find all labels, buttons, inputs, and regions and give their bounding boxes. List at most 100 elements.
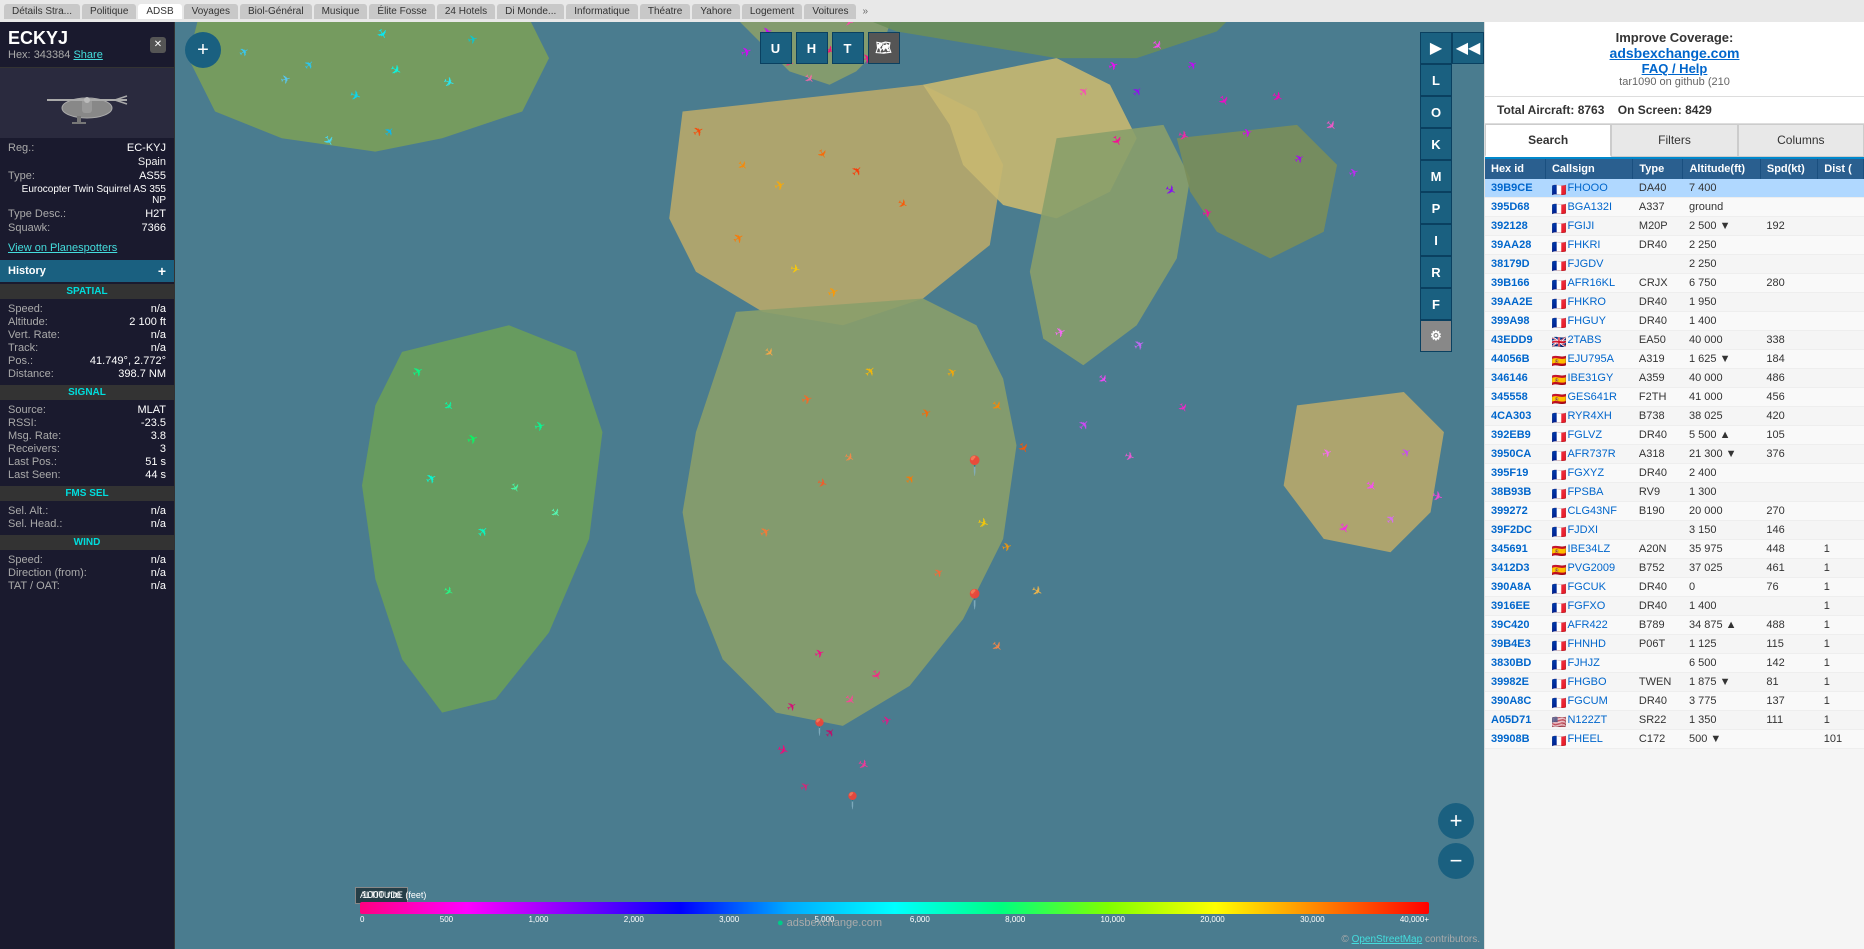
callsign-cell[interactable]: AFR737R	[1567, 448, 1615, 460]
table-row[interactable]: 392EB9 🇫🇷FGLVZ DR40 5 500 ▲ 105	[1485, 426, 1864, 445]
nav-right-arrow[interactable]: ▶	[1420, 32, 1452, 64]
callsign-cell[interactable]: FGLVZ	[1567, 429, 1602, 441]
tab-theatre[interactable]: Théatre	[640, 4, 690, 19]
hex-id-cell[interactable]: 4CA303	[1491, 410, 1531, 422]
aircraft-table[interactable]: Hex id Callsign Type Altitude(ft) Spd(kt…	[1485, 159, 1864, 949]
hex-id-cell[interactable]: 39F2DC	[1491, 524, 1532, 536]
table-row[interactable]: 3916EE 🇫🇷FGFXO DR40 1 400 1	[1485, 597, 1864, 616]
callsign-cell[interactable]: FJHJZ	[1567, 657, 1599, 669]
table-row[interactable]: 38B93B 🇫🇷FPSBA RV9 1 300	[1485, 483, 1864, 502]
th-altitude[interactable]: Altitude(ft)	[1683, 159, 1760, 179]
table-row[interactable]: 3412D3 🇪🇸PVG2009 B752 37 025 461 1	[1485, 559, 1864, 578]
hex-id-cell[interactable]: 392128	[1491, 220, 1528, 232]
close-button[interactable]: ✕	[150, 37, 166, 53]
hex-id-cell[interactable]: 345691	[1491, 543, 1528, 555]
table-row[interactable]: 39F2DC 🇫🇷FJDXI 3 150 146	[1485, 521, 1864, 540]
callsign-cell[interactable]: FHGUY	[1567, 315, 1606, 327]
tab-biol[interactable]: Biol-Général	[240, 4, 312, 19]
hex-id-cell[interactable]: 399272	[1491, 505, 1528, 517]
callsign-cell[interactable]: FHNHD	[1567, 638, 1606, 650]
tab-politique[interactable]: Politique	[82, 4, 136, 19]
add-button[interactable]: +	[185, 32, 221, 68]
callsign-cell[interactable]: CLG43NF	[1567, 505, 1617, 517]
nav-i[interactable]: I	[1420, 224, 1452, 256]
hex-id-cell[interactable]: 346146	[1491, 372, 1528, 384]
hex-id-cell[interactable]: 390A8C	[1491, 695, 1531, 707]
nav-r[interactable]: R	[1420, 256, 1452, 288]
nav-k[interactable]: K	[1420, 128, 1452, 160]
table-row[interactable]: 39982E 🇫🇷FHGBO TWEN 1 875 ▼ 81 1	[1485, 673, 1864, 692]
hex-id-cell[interactable]: 3916EE	[1491, 600, 1530, 612]
callsign-cell[interactable]: AFR16KL	[1567, 277, 1615, 289]
hex-id-cell[interactable]: 39AA2E	[1491, 296, 1533, 308]
callsign-cell[interactable]: FGCUM	[1567, 695, 1607, 707]
nav-p[interactable]: P	[1420, 192, 1452, 224]
hex-id-cell[interactable]: 39B4E3	[1491, 638, 1531, 650]
tab-logement[interactable]: Logement	[742, 4, 802, 19]
table-row[interactable]: 43EDD9 🇬🇧2TABS EA50 40 000 338	[1485, 331, 1864, 350]
hex-id-cell[interactable]: 392EB9	[1491, 429, 1531, 441]
zoom-out-button[interactable]: −	[1438, 843, 1474, 879]
table-row[interactable]: 39B4E3 🇫🇷FHNHD P06T 1 125 115 1	[1485, 635, 1864, 654]
faq-link[interactable]: FAQ / Help	[1497, 61, 1852, 76]
callsign-cell[interactable]: FGIJI	[1567, 220, 1594, 232]
hex-id-cell[interactable]: 345558	[1491, 391, 1528, 403]
table-row[interactable]: 399272 🇫🇷CLG43NF B190 20 000 270	[1485, 502, 1864, 521]
history-plus-button[interactable]: +	[158, 263, 166, 279]
hex-id-cell[interactable]: 395F19	[1491, 467, 1528, 479]
table-row[interactable]: 39AA2E 🇫🇷FHKRO DR40 1 950	[1485, 293, 1864, 312]
table-row[interactable]: A05D71 🇺🇸N122ZT SR22 1 350 111 1	[1485, 711, 1864, 730]
hex-id-cell[interactable]: 39908B	[1491, 733, 1530, 745]
table-row[interactable]: 3830BD 🇫🇷FJHJZ 6 500 142 1	[1485, 654, 1864, 673]
th-spd[interactable]: Spd(kt)	[1760, 159, 1817, 179]
table-row[interactable]: 395D68 🇫🇷BGA132I A337 ground	[1485, 198, 1864, 217]
planespotters-link[interactable]: View on Planespotters	[0, 240, 174, 256]
nav-l[interactable]: L	[1420, 64, 1452, 96]
hex-id-cell[interactable]: 390A8A	[1491, 581, 1531, 593]
hex-id-cell[interactable]: 39982E	[1491, 676, 1529, 688]
table-row[interactable]: 390A8C 🇫🇷FGCUM DR40 3 775 137 1	[1485, 692, 1864, 711]
table-row[interactable]: 39AA28 🇫🇷FHKRI DR40 2 250	[1485, 236, 1864, 255]
table-row[interactable]: 390A8A 🇫🇷FGCUK DR40 0 76 1	[1485, 578, 1864, 597]
table-row[interactable]: 39908B 🇫🇷FHEEL C172 500 ▼ 101	[1485, 730, 1864, 749]
hex-id-cell[interactable]: 3950CA	[1491, 448, 1531, 460]
table-row[interactable]: 345691 🇪🇸IBE34LZ A20N 35 975 448 1	[1485, 540, 1864, 559]
hex-id-cell[interactable]: 39AA28	[1491, 239, 1531, 251]
hex-id-cell[interactable]: A05D71	[1491, 714, 1531, 726]
u-button[interactable]: U	[760, 32, 792, 64]
callsign-cell[interactable]: AFR422	[1567, 619, 1607, 631]
table-row[interactable]: 399A98 🇫🇷FHGUY DR40 1 400	[1485, 312, 1864, 331]
callsign-cell[interactable]: FHOOO	[1567, 182, 1607, 194]
hex-id-cell[interactable]: 39B166	[1491, 277, 1530, 289]
callsign-cell[interactable]: PVG2009	[1567, 562, 1615, 574]
zoom-in-button[interactable]: +	[1438, 803, 1474, 839]
tab-dimonde[interactable]: Di Monde...	[497, 4, 564, 19]
t-button[interactable]: T	[832, 32, 864, 64]
tab-voitures[interactable]: Voitures	[804, 4, 856, 19]
nav-m[interactable]: M	[1420, 160, 1452, 192]
table-row[interactable]: 392128 🇫🇷FGIJI M20P 2 500 ▼ 192	[1485, 217, 1864, 236]
tab-informatique[interactable]: Informatique	[566, 4, 638, 19]
hex-id-cell[interactable]: 44056B	[1491, 353, 1530, 365]
tab-musique[interactable]: Musique	[314, 4, 368, 19]
callsign-cell[interactable]: FHKRO	[1567, 296, 1606, 308]
table-row[interactable]: 395F19 🇫🇷FGXYZ DR40 2 400	[1485, 464, 1864, 483]
callsign-cell[interactable]: FGFXO	[1567, 600, 1605, 612]
th-callsign[interactable]: Callsign	[1545, 159, 1632, 179]
th-hex[interactable]: Hex id	[1485, 159, 1545, 179]
tab-columns[interactable]: Columns	[1738, 124, 1864, 157]
table-row[interactable]: 38179D 🇫🇷FJGDV 2 250	[1485, 255, 1864, 274]
tab-adsb[interactable]: ADSB	[138, 4, 181, 19]
callsign-cell[interactable]: FJDXI	[1567, 524, 1598, 536]
h-button[interactable]: H	[796, 32, 828, 64]
callsign-cell[interactable]: FPSBA	[1567, 486, 1603, 498]
table-row[interactable]: 39C420 🇫🇷AFR422 B789 34 875 ▲ 488 1	[1485, 616, 1864, 635]
callsign-cell[interactable]: FHKRI	[1567, 239, 1600, 251]
layers-button[interactable]: 🗺	[868, 32, 900, 64]
callsign-cell[interactable]: IBE31GY	[1567, 372, 1613, 384]
tab-elite[interactable]: Élite Fosse	[369, 4, 434, 19]
hex-id-cell[interactable]: 399A98	[1491, 315, 1530, 327]
table-row[interactable]: 3950CA 🇫🇷AFR737R A318 21 300 ▼ 376	[1485, 445, 1864, 464]
hex-id-cell[interactable]: 395D68	[1491, 201, 1530, 213]
gear-button[interactable]: ⚙	[1420, 320, 1452, 352]
